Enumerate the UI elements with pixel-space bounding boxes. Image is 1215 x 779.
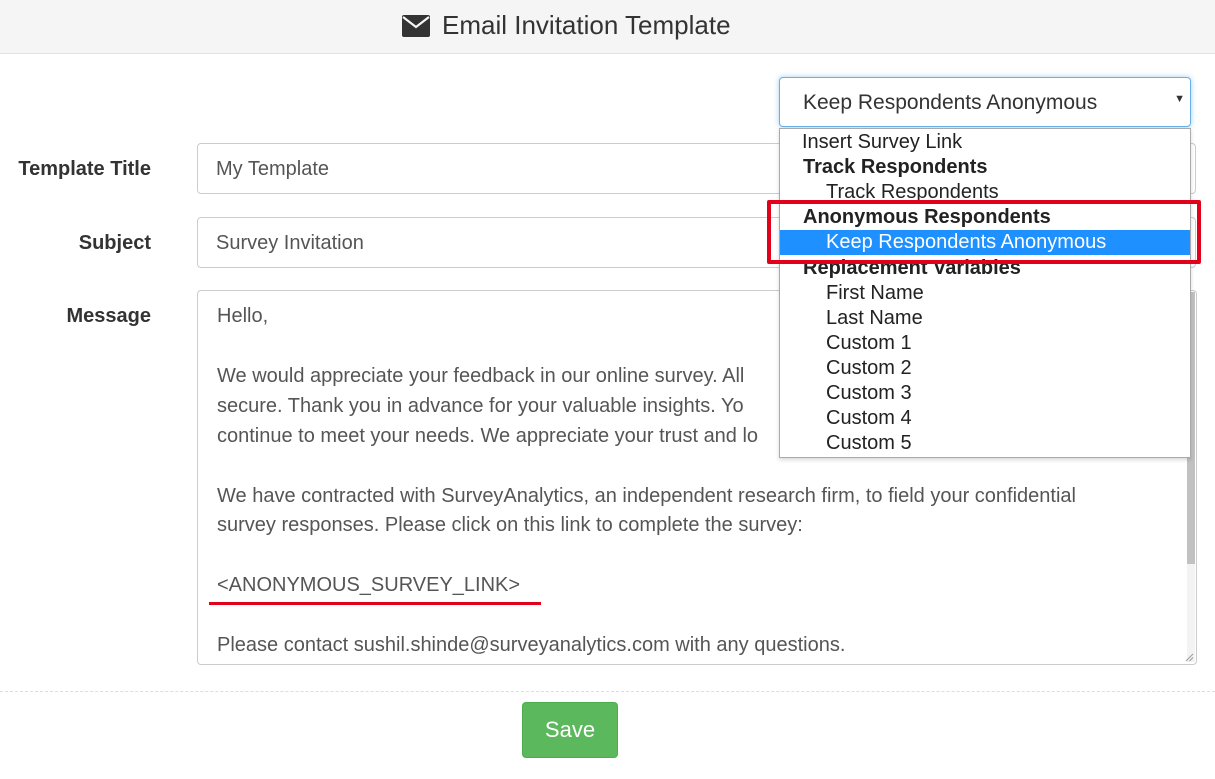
option-custom-4[interactable]: Custom 4 <box>780 406 1190 431</box>
anonymous-survey-link-token: <ANONYMOUS_SURVEY_LINK> <box>217 574 521 596</box>
message-label: Message <box>66 305 152 327</box>
option-last-name[interactable]: Last Name <box>780 306 1190 331</box>
message-line: continue to meet your needs. We apprecia… <box>217 425 759 447</box>
caret-down-icon: ▼ <box>1174 93 1185 105</box>
form-divider <box>0 691 1215 692</box>
option-custom-2[interactable]: Custom 2 <box>780 356 1190 381</box>
save-button[interactable]: Save <box>522 702 618 758</box>
placeholder-select[interactable]: Keep Respondents Anonymous ▼ <box>779 77 1191 127</box>
option-custom-1[interactable]: Custom 1 <box>780 331 1190 356</box>
select-dropdown-list: Insert Survey Link Track Respondents Tra… <box>779 128 1191 458</box>
message-line: Please contact sushil.shinde@surveyanaly… <box>217 634 846 656</box>
message-line: We have contracted with SurveyAnalytics,… <box>217 485 1076 507</box>
select-selected-value: Keep Respondents Anonymous <box>803 91 1098 114</box>
annotation-highlight-box <box>767 200 1201 264</box>
option-first-name[interactable]: First Name <box>780 281 1190 306</box>
message-line: survey responses. Please click on this l… <box>217 514 803 536</box>
page-header: Email Invitation Template <box>0 0 1215 54</box>
message-line: We would appreciate your feedback in our… <box>217 365 745 387</box>
option-custom-5[interactable]: Custom 5 <box>780 431 1190 456</box>
subject-label: Subject <box>78 232 151 254</box>
message-line: Hello, <box>217 305 269 327</box>
optgroup-track-respondents: Track Respondents <box>803 156 988 178</box>
annotation-underline <box>209 602 541 605</box>
envelope-icon <box>402 15 430 37</box>
option-custom-3[interactable]: Custom 3 <box>780 381 1190 406</box>
template-title-label: Template Title <box>18 158 151 180</box>
message-line: secure. Thank you in advance for your va… <box>217 395 744 417</box>
option-insert-survey-link[interactable]: Insert Survey Link <box>780 130 1190 155</box>
page-title: Email Invitation Template <box>442 10 731 40</box>
resize-grip-icon[interactable] <box>1185 653 1194 662</box>
